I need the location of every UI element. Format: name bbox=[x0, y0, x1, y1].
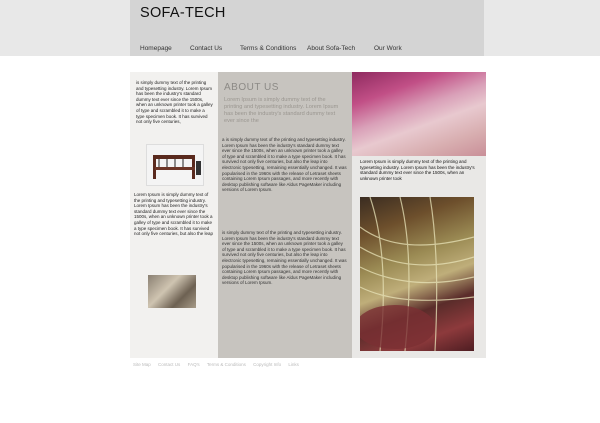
left-text-1: is simply dummy text of the printing and… bbox=[136, 80, 213, 125]
footer-contact-us[interactable]: Contact Us bbox=[158, 362, 180, 367]
left-text-2: Lorem Ipsum is simply dummy text of the … bbox=[134, 192, 214, 237]
footer-links-item[interactable]: Links bbox=[288, 362, 299, 367]
page-title: ABOUT US bbox=[224, 82, 279, 93]
footer-links: Site Map Contact Us FAQ's Terms & Condit… bbox=[133, 362, 305, 367]
sofa-springs-image bbox=[148, 275, 196, 308]
right-caption: Lorem Ipsum is simply dummy text of the … bbox=[360, 159, 475, 181]
right-column: Lorem Ipsum is simply dummy text of the … bbox=[352, 72, 486, 358]
footer-faqs[interactable]: FAQ's bbox=[188, 362, 200, 367]
nav-homepage[interactable]: Homepage bbox=[140, 45, 190, 52]
nav-about[interactable]: About Sofa-Tech bbox=[307, 45, 374, 52]
nav-our-work[interactable]: Our Work bbox=[374, 45, 414, 52]
sofa-webbing-photo bbox=[355, 196, 475, 352]
left-column: is simply dummy text of the printing and… bbox=[130, 72, 218, 358]
nav-contact-us[interactable]: Contact Us bbox=[190, 45, 240, 52]
footer-copyright[interactable]: Copyright Info bbox=[253, 362, 281, 367]
footer-site-map[interactable]: Site Map bbox=[133, 362, 151, 367]
main-nav: Homepage Contact Us Terms & Conditions Abou… bbox=[140, 45, 414, 52]
content-wrapper: is simply dummy text of the printing and… bbox=[130, 72, 486, 358]
upholstery-photo bbox=[352, 72, 486, 156]
sofa-frame-image bbox=[146, 144, 204, 186]
main-column: ABOUT US Lorem Ipsum is simply dummy tex… bbox=[218, 72, 352, 358]
main-paragraph-2: is simply dummy text of the printing and… bbox=[222, 230, 347, 286]
footer-terms[interactable]: Terms & Conditions bbox=[207, 362, 246, 367]
intro-text: Lorem Ipsum is simply dummy text of the … bbox=[224, 97, 339, 124]
site-logo[interactable]: SOFA-TECH bbox=[140, 5, 226, 21]
nav-terms[interactable]: Terms & Conditions bbox=[240, 45, 307, 52]
site-header: SOFA-TECH Homepage Contact Us Terms & Cond… bbox=[130, 0, 484, 56]
main-paragraph-1: a is simply dummy text of the printing a… bbox=[222, 137, 347, 193]
